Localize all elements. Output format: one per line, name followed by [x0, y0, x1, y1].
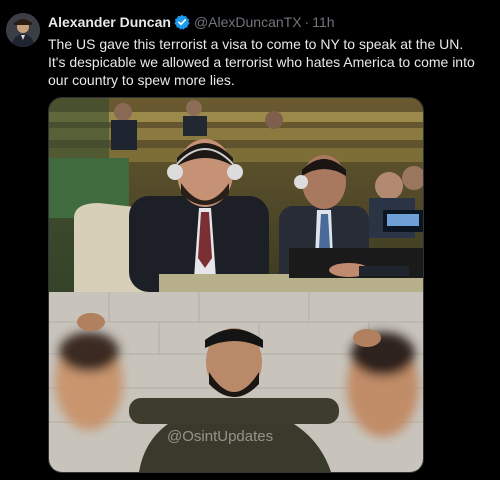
avatar[interactable] [6, 13, 40, 47]
tweet[interactable]: Alexander Duncan @AlexDuncanTX · 11h The… [0, 0, 500, 480]
tweet-timestamp[interactable]: 11h [312, 14, 334, 30]
media-photo-blurred[interactable]: @OsintUpdates [49, 292, 423, 472]
author-handle[interactable]: @AlexDuncanTX [194, 14, 302, 30]
separator-dot: · [304, 14, 310, 30]
tweet-media[interactable]: @OsintUpdates [48, 97, 424, 473]
verified-badge-icon [174, 14, 190, 30]
media-watermark: @OsintUpdates [167, 428, 274, 445]
tweet-header: Alexander Duncan @AlexDuncanTX · 11h [48, 13, 335, 31]
tweet-text: The US gave this terrorist a visa to com… [48, 36, 475, 88]
author-name[interactable]: Alexander Duncan [48, 14, 171, 30]
media-photo-un-assembly[interactable] [49, 98, 423, 292]
